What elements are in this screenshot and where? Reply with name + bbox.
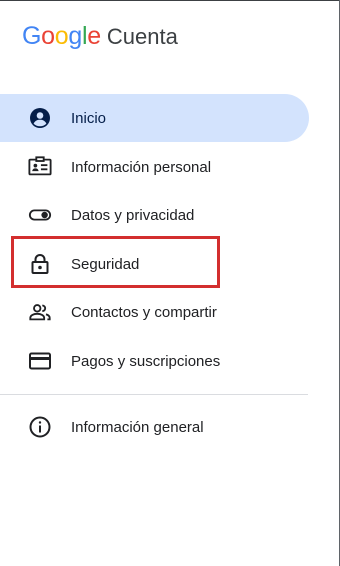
nav-item-label: Contactos y compartir xyxy=(71,303,217,321)
nav-item-pagos-suscripciones[interactable]: Pagos y suscripciones xyxy=(0,337,309,385)
nav-item-contactos-compartir[interactable]: Contactos y compartir xyxy=(0,288,309,336)
nav-item-label: Pagos y suscripciones xyxy=(71,352,221,370)
window-top-border xyxy=(0,0,340,1)
logo-letter: G xyxy=(22,22,42,50)
nav-item-label: Inicio xyxy=(71,109,107,127)
nav-item-datos-privacidad[interactable]: Datos y privacidad xyxy=(0,191,309,239)
nav-item-label: Información general xyxy=(71,418,204,436)
info-icon xyxy=(28,415,52,439)
google-logo: Google xyxy=(22,22,101,51)
nav-item-seguridad[interactable]: Seguridad xyxy=(0,240,309,288)
account-circle-icon xyxy=(28,106,52,130)
credit-card-icon xyxy=(28,349,52,373)
nav-divider xyxy=(0,394,308,395)
nav-item-label: Información personal xyxy=(71,158,212,176)
nav-item-inicio[interactable]: Inicio xyxy=(0,94,309,142)
nav-item-informacion-general[interactable]: Información general xyxy=(0,403,309,451)
people-icon xyxy=(28,300,52,324)
nav-item-label: Seguridad xyxy=(71,255,140,273)
lock-icon xyxy=(28,252,52,276)
nav-item-label: Datos y privacidad xyxy=(71,206,195,224)
brand-header[interactable]: Google Cuenta xyxy=(22,22,178,52)
toggle-icon xyxy=(28,203,52,227)
logo-letter: g xyxy=(68,22,82,50)
logo-letter: e xyxy=(87,22,101,50)
logo-letter: o xyxy=(54,22,69,50)
product-name: Cuenta xyxy=(106,24,178,49)
nav-item-informacion-personal[interactable]: Información personal xyxy=(0,143,309,191)
id-card-icon xyxy=(28,155,52,179)
logo-letter: o xyxy=(41,22,55,50)
